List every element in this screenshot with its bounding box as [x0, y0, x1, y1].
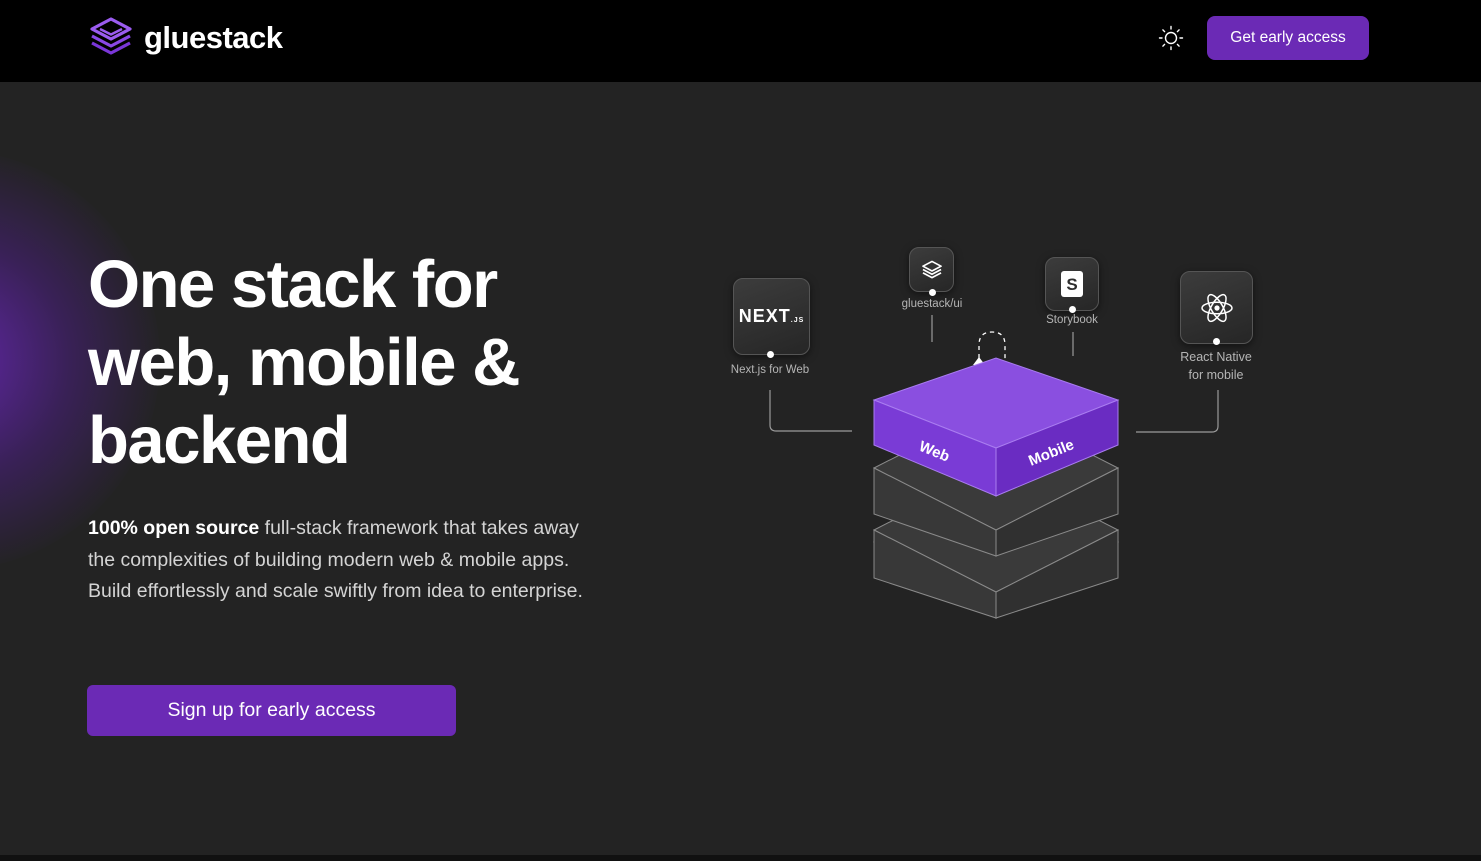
hero-headline: One stack for web, mobile & backend	[88, 246, 648, 480]
hero-description: 100% open source full-stack framework th…	[88, 513, 608, 608]
bottom-border	[0, 855, 1481, 861]
storybook-tile: S	[1045, 257, 1099, 311]
stack-illustration: Web Mobile NEXT.JS Next.js for Web glues…	[720, 240, 1280, 630]
gluestack-logo-icon	[921, 260, 942, 278]
headline-line-2: web, mobile &	[88, 325, 520, 400]
gluestack-ui-tile	[909, 247, 954, 292]
sign-up-early-access-button[interactable]: Sign up for early access	[87, 685, 456, 736]
nextjs-logo-icon: NEXT.JS	[738, 306, 805, 326]
brand-name: gluestack	[144, 19, 283, 55]
top-navbar: gluestack Get early access	[0, 0, 1481, 82]
gluestack-logo-icon	[90, 17, 132, 55]
description-highlight: 100% open source	[88, 517, 260, 539]
nextjs-tile-label: Next.js for Web	[730, 364, 810, 376]
react-logo-icon	[1200, 293, 1233, 322]
landing-page: gluestack Get early access One stack for…	[0, 0, 1481, 861]
nextjs-connector-dot	[767, 351, 774, 358]
sun-icon	[1158, 25, 1184, 51]
storybook-tile-label: Storybook	[1046, 314, 1098, 326]
get-early-access-button[interactable]: Get early access	[1207, 16, 1369, 60]
react-native-connector-dot	[1213, 338, 1220, 345]
react-native-tile-label: React Native for mobile	[1180, 350, 1252, 382]
headline-line-3: backend	[88, 403, 351, 478]
theme-toggle-button[interactable]	[1157, 24, 1185, 52]
headline-line-1: One stack for	[88, 247, 498, 322]
gluestack-tile-label: gluestack/ui	[901, 298, 963, 310]
nextjs-tile: NEXT.JS	[733, 278, 810, 355]
brand-logo[interactable]: gluestack	[88, 17, 283, 57]
storybook-logo-icon: S	[1061, 271, 1083, 297]
react-native-tile	[1180, 271, 1253, 344]
